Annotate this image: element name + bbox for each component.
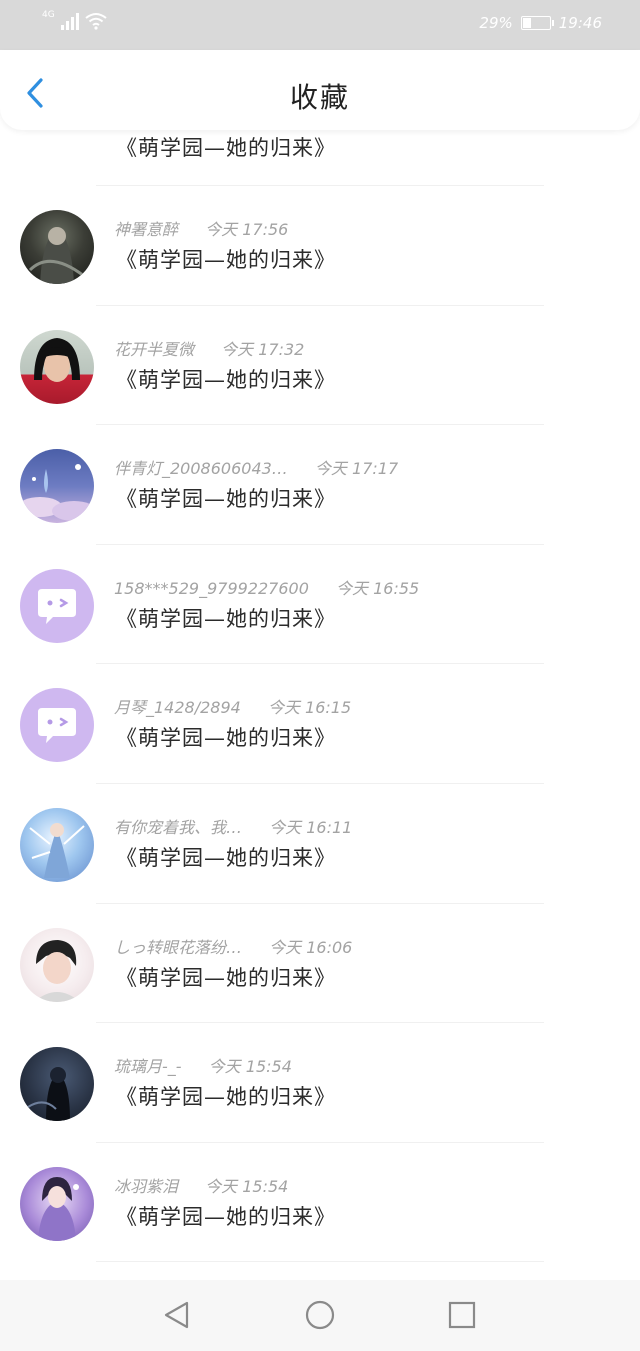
list-item[interactable]: 琉璃月-_- 今天 15:54 《萌学园—她的归来》 [0, 1023, 640, 1143]
user-name: 花开半夏微 [114, 339, 195, 359]
user-name: しっ转眼花落纷… [114, 937, 243, 957]
day-label: 今天 [335, 578, 368, 598]
item-title: 《萌学园—她的归来》 [116, 487, 336, 512]
time-label: 16:15 [305, 698, 352, 718]
avatar[interactable] [20, 1166, 94, 1241]
user-name: 冰羽紫泪 [114, 1176, 179, 1196]
battery-percent: 29% [479, 14, 513, 32]
item-meta: 158***529_9799227600 今天 16:55 [114, 575, 419, 599]
item-title: 《萌学园—她的归来》 [116, 248, 336, 272]
item-meta: 花开半夏微 今天 17:32 [114, 336, 304, 360]
item-title: 《萌学园—她的归来》 [116, 1204, 336, 1229]
avatar[interactable] [20, 449, 94, 524]
time-label: 15:54 [245, 1057, 292, 1077]
day-label: 今天 [267, 698, 300, 718]
item-title: 《萌学园—她的归来》 [116, 606, 336, 631]
page-title: 收藏 [289, 81, 350, 114]
day-label: 今天 [205, 1176, 238, 1196]
time-label: 17:32 [258, 339, 305, 359]
system-nav-bar [0, 1280, 640, 1351]
list-item[interactable]: 神署意醉 今天 17:56 《萌学园—她的归来》 [0, 186, 640, 306]
avatar[interactable] [20, 807, 94, 882]
time-label: 16:55 [373, 578, 420, 598]
user-name: 有你宠着我、我… [114, 817, 243, 837]
item-title: 《萌学园—她的归来》 [116, 845, 336, 870]
list-item[interactable]: しっ转眼花落纷… 今天 16:06 《萌学园—她的归来》 [0, 904, 640, 1024]
wifi-icon [85, 13, 107, 30]
time-label: 16:11 [306, 817, 353, 837]
list-item[interactable]: 花开半夏微 今天 17:32 《萌学园—她的归来》 [0, 306, 640, 426]
clock: 19:46 [558, 14, 602, 32]
avatar[interactable] [20, 210, 94, 284]
network-type: 4G [42, 10, 55, 20]
item-title: 《萌学园—她的归来》 [116, 726, 336, 751]
list-item[interactable]: 伴青灯_2008606043… 今天 17:17 《萌学园—她的归来》 [0, 425, 640, 545]
list-item[interactable]: 月琴_1428/2894 今天 16:15 《萌学园—她的归来》 [0, 664, 640, 784]
time-label: 16:06 [306, 937, 353, 957]
day-label: 今天 [269, 817, 302, 837]
avatar[interactable] [20, 927, 94, 1002]
avatar[interactable] [20, 329, 94, 404]
list-item-partial[interactable]: 《萌学园—她的归来》 [0, 130, 640, 186]
item-title: 《萌学园—她的归来》 [116, 367, 336, 392]
user-name: 神署意醉 [114, 220, 179, 239]
triangle-back-icon[interactable] [160, 1298, 194, 1332]
day-label: 今天 [269, 937, 302, 957]
day-label: 今天 [205, 220, 238, 239]
item-title: 《萌学园—她的归来》 [116, 136, 336, 160]
favorites-list: 《萌学园—她的归来》 神署意醉 今天 17:56 《萌学园—她的归来》 花开半夏… [0, 130, 640, 1280]
status-bar-left: 4G [42, 10, 107, 30]
signal-icon [60, 12, 79, 30]
user-name: 158***529_9799227600 [114, 578, 309, 598]
item-meta: 伴青灯_2008606043… 今天 17:17 [114, 455, 398, 479]
avatar[interactable] [20, 1047, 94, 1122]
user-name: 月琴_1428/2894 [114, 698, 241, 718]
default-avatar-icon[interactable] [20, 688, 94, 763]
time-label: 17:56 [242, 220, 289, 239]
list-item[interactable]: 冰羽紫泪 今天 15:54 《萌学园—她的归来》 [0, 1143, 640, 1263]
item-meta: 有你宠着我、我… 今天 16:11 [114, 814, 352, 838]
battery-icon [520, 16, 554, 30]
user-name: 伴青灯_2008606043… [114, 459, 288, 479]
day-label: 今天 [314, 459, 347, 479]
list-item[interactable]: 有你宠着我、我… 今天 16:11 《萌学园—她的归来》 [0, 784, 640, 904]
time-label: 17:17 [352, 459, 399, 479]
status-bar: 4G 29% 19:46 [0, 0, 640, 50]
item-meta: しっ转眼花落纷… 今天 16:06 [114, 934, 352, 958]
item-title: 《萌学园—她的归来》 [116, 965, 336, 990]
day-label: 今天 [208, 1057, 241, 1077]
default-avatar-icon[interactable] [20, 568, 94, 643]
item-meta: 冰羽紫泪 今天 15:54 [114, 1173, 288, 1197]
item-meta: 琉璃月-_- 今天 15:54 [114, 1053, 292, 1077]
item-meta: 月琴_1428/2894 今天 16:15 [114, 694, 351, 718]
item-title: 《萌学园—她的归来》 [116, 1085, 336, 1110]
divider [96, 1261, 544, 1263]
status-bar-right: 29% 19:46 [479, 14, 602, 32]
user-name: 琉璃月-_- [114, 1057, 182, 1077]
item-meta: 神署意醉 今天 17:56 [114, 216, 288, 240]
day-label: 今天 [221, 339, 254, 359]
time-label: 15:54 [242, 1176, 289, 1196]
header: 收藏 [0, 50, 640, 130]
square-recent-icon[interactable] [445, 1298, 479, 1332]
circle-home-icon[interactable] [303, 1298, 337, 1332]
list-item[interactable]: 158***529_9799227600 今天 16:55 《萌学园—她的归来》 [0, 545, 640, 665]
